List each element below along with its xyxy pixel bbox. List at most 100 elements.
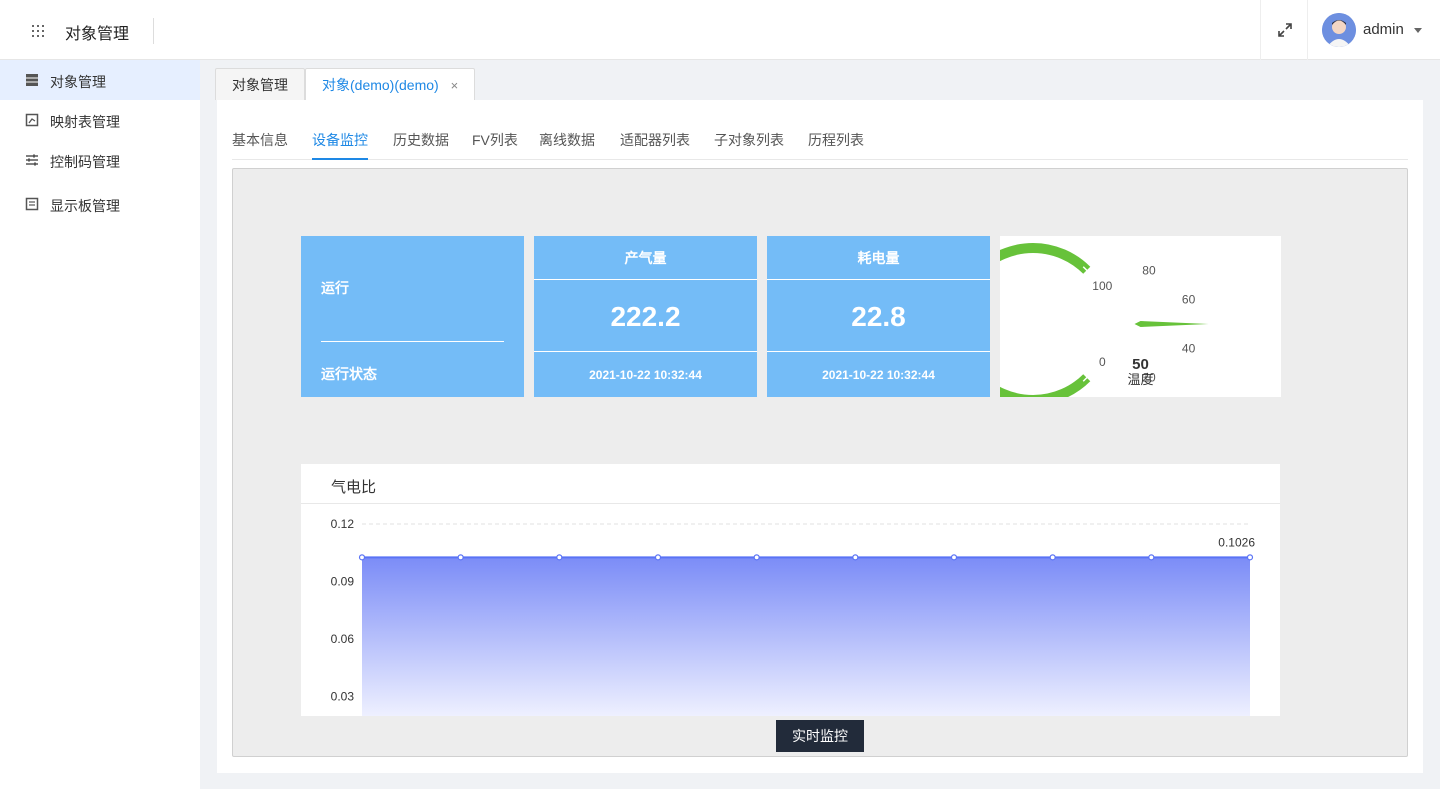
temperature-gauge: 02040608010050温度 xyxy=(952,243,1222,405)
gauge-tick xyxy=(1196,376,1200,380)
sidebar-item-mapping-table[interactable]: 映射表管理 xyxy=(0,100,200,140)
gauge-tick xyxy=(1205,286,1214,292)
tab-process-list[interactable]: 历程列表 xyxy=(808,130,864,160)
gauge-tick xyxy=(1129,243,1132,248)
gauge-tick-label: 100 xyxy=(1092,279,1112,293)
sidebar-item-display-board[interactable]: 显示板管理 xyxy=(0,184,200,224)
apps-grid-icon[interactable] xyxy=(32,25,44,37)
tab-fv-list[interactable]: FV列表 xyxy=(472,130,518,160)
status-label: 运行状态 xyxy=(321,366,377,382)
chart-point xyxy=(654,554,662,561)
gauge-tick xyxy=(1201,273,1205,278)
gauge-tick xyxy=(1205,280,1210,284)
gauge-tick xyxy=(1107,394,1111,399)
status-divider xyxy=(321,341,504,342)
gauge-value: 50 xyxy=(1132,356,1149,373)
tab-adapter-list[interactable]: 适配器列表 xyxy=(620,130,690,160)
sidebar-item-object-management[interactable]: 对象管理 xyxy=(0,60,200,100)
gauge-tick xyxy=(1191,262,1195,267)
gauge-tick xyxy=(1114,393,1119,402)
gauge-tick xyxy=(1094,387,1098,392)
gauge-tick xyxy=(1101,252,1104,257)
chart-point xyxy=(950,554,958,561)
gas-output-title: 产气量 xyxy=(534,236,757,280)
gauge-tick xyxy=(1159,245,1162,250)
gauge-tick xyxy=(1094,256,1098,261)
y-tick-label: 0.03 xyxy=(331,690,355,704)
gauge-tick xyxy=(1201,370,1205,375)
expand-icon xyxy=(1278,23,1292,37)
gauge-label: 温度 xyxy=(1127,372,1153,388)
chart-point xyxy=(556,554,563,561)
realtime-monitor-button[interactable]: 实时监控 xyxy=(776,720,864,752)
status-value: 运行 xyxy=(321,280,349,296)
gauge-tick xyxy=(1211,293,1216,297)
sidebar: 对象管理 映射表管理 控制码管理 显示板管理 xyxy=(0,60,200,789)
gauge-tick xyxy=(1114,246,1119,255)
content-panel: 基本信息 设备监控 历史数据 FV列表 离线数据 适配器列表 子对象列表 历程列… xyxy=(217,100,1423,773)
gauge-tick xyxy=(1182,258,1189,266)
gauge-tick xyxy=(1191,381,1195,386)
table-icon xyxy=(26,74,38,86)
chart-point xyxy=(1246,554,1254,561)
gauge-tick xyxy=(1179,390,1183,394)
gauge-tick xyxy=(1205,364,1210,368)
gauge-tick xyxy=(1088,261,1092,265)
gauge-tick xyxy=(1166,247,1169,252)
user-avatar[interactable] xyxy=(1322,13,1356,47)
power-consumption-title: 耗电量 xyxy=(767,236,990,280)
sidebar-item-control-code[interactable]: 控制码管理 xyxy=(0,140,200,180)
power-consumption-card: 耗电量 22.8 2021-10-22 10:32:44 xyxy=(767,236,990,397)
chart-point xyxy=(457,554,464,561)
sidebar-item-label: 映射表管理 xyxy=(50,114,120,130)
tab-history-data[interactable]: 历史数据 xyxy=(393,130,449,160)
close-icon[interactable]: × xyxy=(451,78,459,93)
gauge-tick-label: 0 xyxy=(1099,355,1106,369)
gauge-tick xyxy=(1088,383,1092,387)
fullscreen-button[interactable] xyxy=(1260,0,1308,60)
sliders-icon xyxy=(26,154,38,166)
chart-point xyxy=(1049,554,1056,561)
caret-down-icon[interactable] xyxy=(1414,28,1422,33)
y-tick-label: 0.06 xyxy=(331,632,355,646)
username[interactable]: admin xyxy=(1363,21,1404,38)
top-header: 对象管理 admin xyxy=(0,0,1440,60)
gauge-tick-label: 80 xyxy=(1142,264,1156,278)
gauge-tick xyxy=(1151,395,1154,405)
app-title: 对象管理 xyxy=(65,26,130,43)
chart-title: 气电比 xyxy=(331,479,377,496)
gauge-tick xyxy=(1216,337,1221,340)
gauge-tick xyxy=(1122,244,1125,249)
gauge-tick xyxy=(1196,268,1200,272)
sidebar-item-label: 显示板管理 xyxy=(50,198,120,214)
y-tick-label: 0.09 xyxy=(331,575,355,589)
gauge-tick-label: 60 xyxy=(1182,292,1196,306)
page-tab-label: 对象(demo)(demo) xyxy=(322,77,439,93)
gauge-tick xyxy=(1182,382,1189,390)
tab-offline-data[interactable]: 离线数据 xyxy=(539,130,595,160)
gauge-tick xyxy=(1151,243,1154,253)
page-tab-object-demo[interactable]: 对象(demo)(demo) × xyxy=(305,68,476,100)
y-tick-label: 0.12 xyxy=(331,517,355,531)
user-icon xyxy=(1322,13,1356,47)
gauge-tick-label: 40 xyxy=(1182,342,1196,356)
chart-point xyxy=(852,554,859,561)
gauge-tick xyxy=(1214,345,1219,348)
sub-tabs: 基本信息 设备监控 历史数据 FV列表 离线数据 适配器列表 子对象列表 历程列… xyxy=(232,130,1408,160)
gas-power-ratio-chart-card: 气电比 0.03 0.06 0.09 0.12 0.1026 xyxy=(301,464,1280,716)
status-card: 运行 运行状态 xyxy=(301,236,524,397)
chart-point xyxy=(358,554,366,561)
gauge-tick xyxy=(1216,308,1221,311)
gauge-tick xyxy=(1205,356,1214,362)
tab-device-monitor[interactable]: 设备监控 xyxy=(312,130,368,160)
tab-child-object-list[interactable]: 子对象列表 xyxy=(714,130,784,160)
page-tab-object-management[interactable]: 对象管理 xyxy=(215,68,305,100)
gauge-tick xyxy=(1214,300,1219,303)
gauge-pointer xyxy=(1134,321,1209,327)
chart-data-label: 0.1026 xyxy=(1218,535,1255,549)
sidebar-item-label: 对象管理 xyxy=(50,74,106,90)
chart-point xyxy=(753,554,760,561)
power-consumption-time: 2021-10-22 10:32:44 xyxy=(822,368,935,382)
gas-output-time: 2021-10-22 10:32:44 xyxy=(589,368,702,382)
tab-basic-info[interactable]: 基本信息 xyxy=(232,130,288,160)
